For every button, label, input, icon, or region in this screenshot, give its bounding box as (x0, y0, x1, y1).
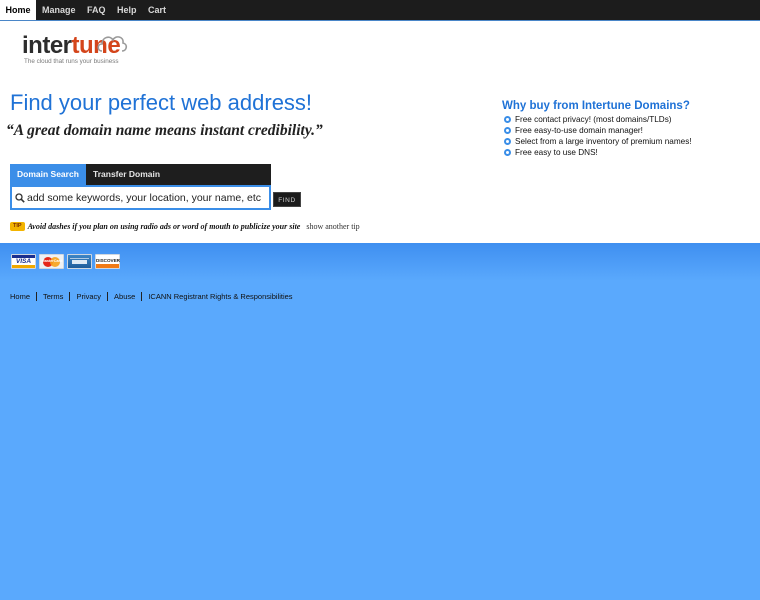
bullet-icon (504, 116, 511, 123)
nav-cart[interactable]: Cart (148, 0, 166, 21)
why-buy-item: Select from a large inventory of premium… (502, 136, 752, 147)
footer-links: Home Terms Privacy Abuse ICANN Registrant Ri… (10, 292, 293, 302)
footer-link-home[interactable]: Home (10, 292, 30, 301)
top-navigation: Home Manage FAQ Help Cart (0, 0, 760, 21)
show-another-tip-link[interactable]: show another tip (306, 222, 359, 231)
footer-divider (107, 292, 109, 301)
footer-divider (69, 292, 71, 301)
search-tip: TIP Avoid dashes if you plan on using rad… (10, 222, 360, 232)
footer-link-abuse[interactable]: Abuse (114, 292, 135, 301)
amex-card-icon (67, 254, 92, 269)
nav-help[interactable]: Help (117, 0, 137, 21)
mastercard-icon: MasterCard (39, 254, 64, 269)
nav-faq[interactable]: FAQ (87, 0, 106, 21)
hero-quote: “A great domain name means instant credi… (6, 122, 323, 139)
domain-search-box (10, 185, 271, 210)
logo-word-inter: inter (22, 32, 72, 59)
why-buy-item-text: Select from a large inventory of premium… (515, 137, 692, 146)
domain-search-input[interactable] (27, 189, 267, 206)
footer-divider (141, 292, 143, 301)
footer-link-terms[interactable]: Terms (43, 292, 63, 301)
bullet-icon (504, 127, 511, 134)
discover-card-icon: DISCOVER (95, 254, 120, 269)
why-buy-item: Free contact privacy! (most domains/TLDs… (502, 114, 752, 125)
why-buy-title: Why buy from Intertune Domains? (502, 100, 690, 112)
nav-home[interactable]: Home (0, 0, 36, 21)
search-tabs: Domain Search Transfer Domain (10, 164, 271, 185)
nav-manage[interactable]: Manage (42, 0, 76, 21)
tip-text: Avoid dashes if you plan on using radio … (27, 222, 301, 231)
footer-link-privacy[interactable]: Privacy (76, 292, 101, 301)
bullet-icon (504, 138, 511, 145)
why-buy-item-text: Free easy to use DNS! (515, 148, 598, 157)
footer-link-icann[interactable]: ICANN Registrant Rights & Responsibiliti… (148, 292, 292, 301)
page-headline: Find your perfect web address! (10, 90, 313, 115)
visa-card-label: VISA (15, 258, 32, 265)
site-logo[interactable]: intertune The cloud that runs your busin… (22, 32, 132, 68)
why-buy-list: Free contact privacy! (most domains/TLDs… (502, 114, 752, 158)
footer-divider (36, 292, 38, 301)
why-buy-panel: Why buy from Intertune Domains? Free con… (502, 100, 752, 158)
why-buy-item: Free easy-to-use domain manager! (502, 125, 752, 136)
find-button[interactable]: FIND (273, 192, 301, 207)
mastercard-label: MasterCard (41, 259, 63, 263)
tab-transfer-domain[interactable]: Transfer Domain (86, 164, 167, 185)
why-buy-item-text: Free easy-to-use domain manager! (515, 126, 643, 135)
why-buy-item: Free easy to use DNS! (502, 147, 752, 158)
logo-tagline: The cloud that runs your business (24, 58, 119, 65)
search-icon (15, 193, 25, 203)
why-buy-item-text: Free contact privacy! (most domains/TLDs… (515, 115, 672, 124)
tip-badge: TIP (10, 222, 25, 231)
bullet-icon (504, 149, 511, 156)
tab-domain-search[interactable]: Domain Search (10, 164, 86, 185)
cloud-icon (97, 36, 128, 52)
visa-card-icon: VISA (11, 254, 36, 269)
